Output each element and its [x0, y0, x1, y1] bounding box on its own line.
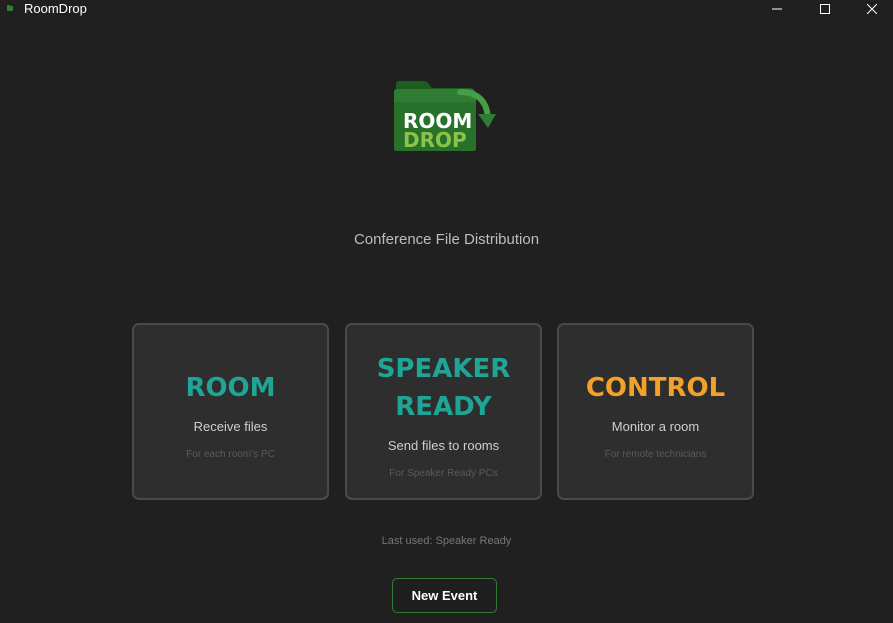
app-icon	[7, 5, 13, 11]
minimize-icon	[772, 8, 782, 10]
minimize-button[interactable]	[757, 0, 797, 18]
speaker-card-description: Send files to rooms	[387, 438, 500, 453]
speaker-card-title-line2: READY	[395, 392, 492, 422]
roomdrop-logo: ROOM DROP	[390, 78, 500, 154]
control-card-title: CONTROL	[585, 373, 726, 403]
speaker-ready-mode-card[interactable]: SPEAKER READY Send files to rooms For Sp…	[345, 323, 542, 500]
maximize-button[interactable]	[805, 0, 845, 18]
room-mode-card[interactable]: ROOM Receive files For each room's PC	[132, 323, 329, 500]
control-card-hint: For remote technicians	[604, 449, 707, 460]
control-card-description: Monitor a room	[611, 419, 700, 434]
speaker-card-hint: For Speaker Ready PCs	[389, 468, 498, 479]
room-card-title: ROOM	[185, 373, 276, 403]
title-bar[interactable]: RoomDrop	[0, 0, 893, 18]
page-subtitle: Conference File Distribution	[353, 231, 540, 248]
control-mode-card[interactable]: CONTROL Monitor a room For remote techni…	[557, 323, 754, 500]
window-title: RoomDrop	[24, 1, 87, 16]
room-card-hint: For each room's PC	[186, 449, 275, 460]
logo-text-drop: DROP	[403, 128, 467, 152]
maximize-icon	[820, 4, 830, 14]
app-window: RoomDrop ROOM DROP Conference File Distr…	[0, 0, 893, 623]
close-button[interactable]	[852, 0, 892, 18]
last-used-label: Last used: Speaker Ready	[381, 535, 512, 547]
close-icon	[867, 4, 877, 14]
new-event-button[interactable]: New Event	[392, 578, 497, 613]
room-card-description: Receive files	[193, 419, 268, 434]
speaker-card-title-line1: SPEAKER	[376, 354, 511, 384]
